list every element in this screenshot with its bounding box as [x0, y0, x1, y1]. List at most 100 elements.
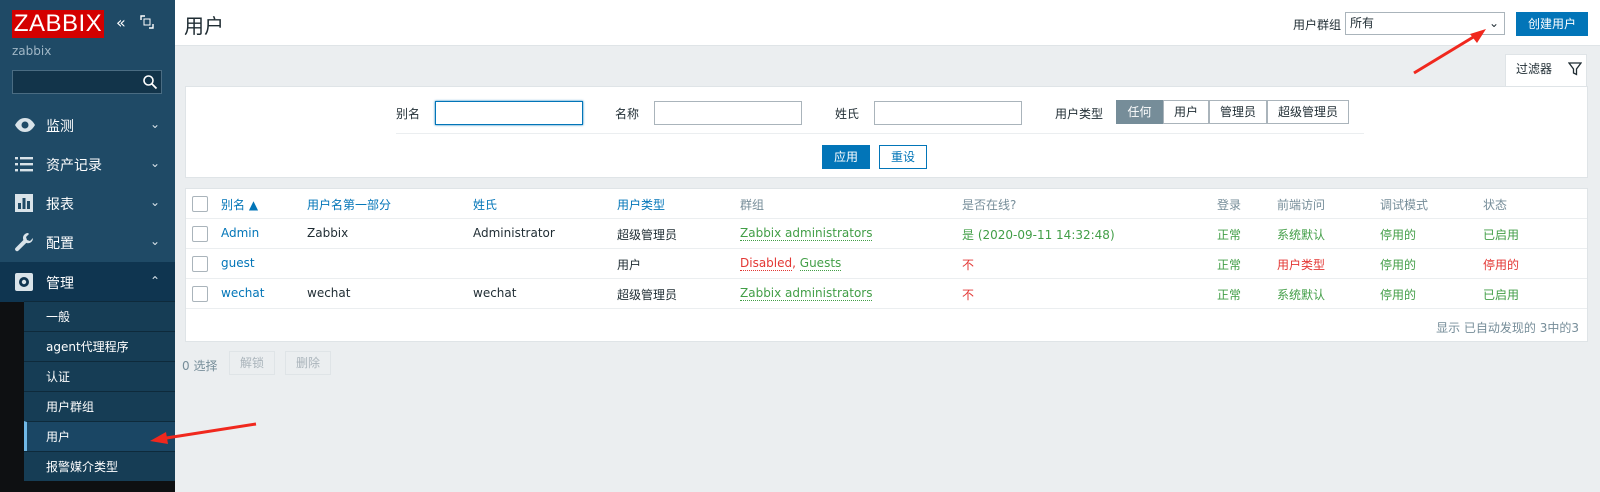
type-cell: 用户 [617, 258, 642, 272]
online-cell: 不 [962, 258, 975, 272]
page-title: 用户 [184, 14, 224, 38]
online-cell: 不 [962, 288, 975, 302]
surname-cell: Administrator [473, 226, 555, 240]
col-groups: 群组 [740, 198, 765, 212]
row-checkbox[interactable] [192, 226, 208, 242]
menu-label: 配置 [46, 236, 74, 252]
alias-link[interactable]: wechat [221, 286, 264, 300]
online-cell: 是 (2020-09-11 14:32:48) [962, 228, 1115, 242]
col-user-type[interactable]: 用户类型 [617, 196, 665, 213]
row-checkbox[interactable] [192, 256, 208, 272]
col-status: 状态 [1483, 198, 1508, 212]
login-cell: 正常 [1217, 258, 1242, 272]
user-type-user[interactable]: 用户 [1163, 100, 1209, 124]
debug-cell[interactable]: 停用的 [1380, 286, 1416, 303]
page-header: 用户 用户群组 所有 ⌄ 创建用户 [175, 0, 1600, 46]
menu-inventory[interactable]: 资产记录 ⌄ [0, 144, 175, 184]
menu-reports[interactable]: 报表 ⌄ [0, 183, 175, 223]
frontend-cell: 用户类型 [1277, 258, 1326, 272]
menu-label: 报表 [46, 197, 74, 213]
menu-label: 监测 [46, 119, 74, 135]
col-debug: 调试模式 [1380, 198, 1429, 212]
reset-button[interactable]: 重设 [879, 145, 927, 169]
user-type-any[interactable]: 任何 [1116, 100, 1163, 124]
selected-count: 0 选择 [182, 359, 218, 373]
alias-link[interactable]: Admin [221, 226, 259, 240]
delete-button[interactable]: 删除 [285, 351, 331, 375]
submenu-authentication[interactable]: 认证 [24, 361, 175, 391]
col-alias[interactable]: 别名 ▲ [221, 196, 258, 213]
bar-chart-icon [14, 193, 34, 213]
chevron-down-icon: ⌄ [150, 156, 161, 170]
user-type-super-admin[interactable]: 超级管理员 [1267, 100, 1349, 124]
user-group-select[interactable]: 所有 ⌄ [1345, 12, 1505, 35]
chevron-down-icon: ⌄ [1488, 16, 1499, 30]
debug-cell[interactable]: 停用的 [1380, 226, 1416, 243]
surname-input[interactable] [874, 101, 1022, 125]
col-name[interactable]: 用户名第一部分 [307, 196, 391, 213]
menu-label: 资产记录 [46, 158, 102, 174]
table-row: Admin Zabbix Administrator 超级管理员 Zabbix … [186, 219, 1587, 249]
user-group-value: 所有 [1350, 16, 1375, 30]
wrench-icon [14, 232, 34, 252]
kiosk-mode-icon[interactable] [140, 15, 154, 33]
login-cell: 正常 [1217, 288, 1242, 302]
filter-tab[interactable]: 过滤器 [1505, 54, 1587, 86]
user-type-admin[interactable]: 管理员 [1209, 100, 1267, 124]
chevron-down-icon: ⌄ [150, 195, 161, 209]
menu-label: 管理 [46, 276, 74, 292]
menu-administration[interactable]: 管理 ⌃ [0, 262, 175, 302]
group-link[interactable]: Disabled [740, 256, 793, 271]
group-link[interactable]: Guests [799, 256, 842, 271]
zabbix-logo[interactable]: ZABBIX [12, 10, 104, 38]
status-cell[interactable]: 停用的 [1483, 256, 1519, 273]
eye-icon [14, 115, 35, 135]
surname-label: 姓氏 [835, 107, 860, 121]
row-checkbox[interactable] [192, 286, 208, 302]
col-surname[interactable]: 姓氏 [473, 196, 497, 213]
submenu-media-types[interactable]: 报警媒介类型 [24, 451, 175, 481]
submenu-general[interactable]: 一般 [24, 301, 175, 331]
sidebar: ZABBIX « zabbix 监测 ⌄ 资产记录 ⌄ 报表 ⌄ 配置 ⌄ 管理… [0, 0, 175, 492]
menu-configuration[interactable]: 配置 ⌄ [0, 222, 175, 262]
user-group-label: 用户群组 [1293, 18, 1342, 32]
name-cell: wechat [307, 286, 351, 300]
unblock-button[interactable]: 解锁 [229, 351, 275, 375]
filter-icon [1568, 62, 1582, 76]
surname-cell: wechat [473, 286, 517, 300]
type-cell: 超级管理员 [617, 228, 678, 242]
table-header-row: 别名 ▲ 用户名第一部分 姓氏 用户类型 群组 是否在线? 登录 前端访问 调试… [186, 189, 1587, 219]
table-row: wechat wechat wechat 超级管理员 Zabbix admini… [186, 279, 1587, 309]
select-all-checkbox[interactable] [192, 196, 208, 212]
submenu-user-groups[interactable]: 用户群组 [24, 391, 175, 421]
group-link[interactable]: Zabbix administrators [740, 226, 873, 241]
submenu-users[interactable]: 用户 [24, 421, 175, 451]
menu-monitoring[interactable]: 监测 ⌄ [0, 105, 175, 145]
collapse-sidebar-icon[interactable]: « [116, 14, 126, 32]
create-user-button[interactable]: 创建用户 [1516, 12, 1588, 36]
alias-link[interactable]: guest [221, 256, 255, 270]
group-link[interactable]: Zabbix administrators [740, 286, 873, 301]
status-cell[interactable]: 已启用 [1483, 286, 1519, 303]
alias-label: 别名 [396, 107, 421, 121]
gear-icon [14, 272, 34, 292]
col-login: 登录 [1217, 198, 1242, 212]
chevron-down-icon: ⌄ [150, 234, 161, 248]
frontend-cell: 系统默认 [1277, 288, 1326, 302]
status-cell[interactable]: 已启用 [1483, 226, 1519, 243]
chevron-down-icon: ⌄ [150, 117, 161, 131]
groups-cell: Disabled, Guests [740, 256, 842, 271]
name-input[interactable] [654, 101, 802, 125]
search-input[interactable] [12, 70, 162, 94]
type-cell: 超级管理员 [617, 288, 678, 302]
debug-cell[interactable]: 停用的 [1380, 256, 1416, 273]
alias-input[interactable] [435, 101, 583, 125]
col-frontend: 前端访问 [1277, 198, 1326, 212]
apply-button[interactable]: 应用 [822, 145, 870, 169]
filter-panel: 别名 名称 姓氏 用户类型 任何 用户 管理员 超级管理员 应用 重设 [185, 86, 1588, 178]
chevron-up-icon: ⌃ [150, 274, 161, 288]
sidebar-header: ZABBIX « zabbix 监测 ⌄ 资产记录 ⌄ 报表 ⌄ 配置 ⌄ 管理… [0, 0, 175, 302]
search-icon[interactable] [142, 74, 158, 90]
server-name: zabbix [12, 44, 52, 58]
submenu-proxies[interactable]: agent代理程序 [24, 331, 175, 361]
